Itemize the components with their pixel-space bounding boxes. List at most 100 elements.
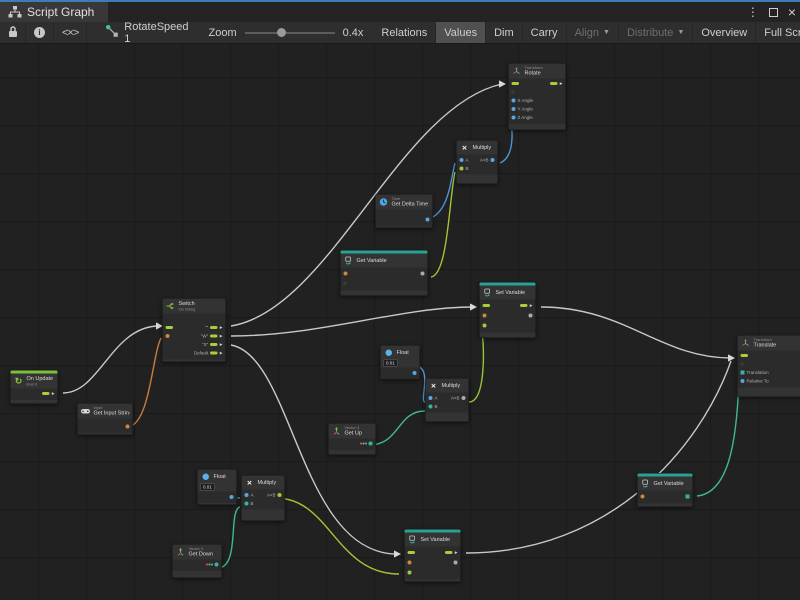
port-in[interactable] (408, 571, 412, 575)
port-out[interactable] (210, 352, 218, 355)
port-in[interactable] (429, 396, 433, 400)
node-get-variable-bot[interactable]: Get Variable (637, 473, 693, 507)
port-in-b[interactable] (741, 379, 745, 383)
port-in[interactable] (512, 82, 520, 85)
port-in-t[interactable] (429, 404, 433, 408)
port-out[interactable] (126, 425, 130, 429)
port-out[interactable] (210, 343, 218, 346)
port-out-flow[interactable] (210, 352, 218, 355)
port-in-o[interactable] (641, 495, 645, 499)
port-out-b[interactable] (491, 158, 495, 162)
port-in-o[interactable] (166, 334, 170, 338)
toolbar-button-relations[interactable]: Relations (373, 22, 436, 43)
port-out[interactable] (360, 442, 373, 446)
close-icon[interactable]: × (788, 5, 796, 19)
graph-breadcrumb[interactable]: RotateSpeed 1 (95, 22, 198, 43)
port-out-flow[interactable] (210, 335, 218, 338)
port-in[interactable] (166, 334, 170, 338)
port-out[interactable] (42, 392, 50, 395)
port-out[interactable] (413, 371, 417, 375)
port-in-gr[interactable] (483, 324, 487, 328)
toolbar-button-align[interactable]: Align▼ (567, 22, 619, 43)
port-out-g[interactable] (454, 561, 458, 565)
port-in[interactable] (512, 116, 516, 120)
zoom-slider[interactable] (245, 32, 335, 34)
port-in-gh[interactable] (344, 282, 347, 285)
port-out-g[interactable] (529, 314, 533, 318)
port-out[interactable] (210, 326, 218, 329)
toolbar-button-distribute[interactable]: Distribute▼ (619, 22, 693, 43)
node-set-variable-mid[interactable]: Set Variable▸ (479, 282, 536, 338)
port-in-gh[interactable] (741, 363, 744, 366)
node-float-mid[interactable]: Float0.01 (380, 345, 420, 380)
port-out-flow[interactable] (445, 551, 453, 554)
toolbar-button-dim[interactable]: Dim (486, 22, 523, 43)
vector-port[interactable] (369, 442, 373, 446)
port-in-o[interactable] (408, 561, 412, 565)
port-in[interactable] (344, 272, 348, 276)
port-in[interactable] (741, 354, 749, 357)
port-in[interactable] (512, 91, 515, 94)
port-out[interactable] (550, 82, 558, 85)
node-float-bot[interactable]: Float0.01 (197, 469, 237, 505)
port-out[interactable] (462, 396, 466, 400)
node-on-update[interactable]: ↻On UpdateEvent▸ (10, 370, 58, 404)
port-in[interactable] (245, 501, 249, 505)
port-in-b[interactable] (460, 158, 464, 162)
port-in-flow[interactable] (741, 354, 749, 357)
node-multiply-bot[interactable]: ×MultiplyAA×BB (241, 475, 285, 521)
port-in[interactable] (512, 107, 516, 111)
node-rotate[interactable]: TransformRotate▸X AngleY AngleZ Angle (508, 63, 566, 130)
port-in-o[interactable] (344, 272, 348, 276)
port-out[interactable] (520, 304, 528, 307)
port-out[interactable] (445, 551, 453, 554)
port-out-gr[interactable] (278, 493, 282, 497)
port-in-flow[interactable] (512, 82, 520, 85)
port-in[interactable] (741, 363, 744, 366)
port-in-b[interactable] (245, 493, 249, 497)
node-get-up[interactable]: Vector 3Get Up (328, 423, 376, 455)
tab-script-graph[interactable]: Script Graph (0, 2, 108, 22)
port-in-b[interactable] (512, 107, 516, 111)
port-in-t[interactable] (245, 501, 249, 505)
port-in-sq-t[interactable] (741, 371, 745, 375)
port-out-flow[interactable] (520, 304, 528, 307)
port-in-o[interactable] (483, 314, 487, 318)
port-in[interactable] (245, 493, 249, 497)
port-out-g[interactable] (421, 272, 425, 276)
node-switch-on-string[interactable]: SwitchOn String""▸"W"▸"S"▸Default▸ (162, 298, 226, 362)
port-in[interactable] (741, 379, 745, 383)
port-out-flow[interactable] (550, 82, 558, 85)
port-out[interactable] (230, 495, 234, 499)
port-in[interactable] (460, 158, 464, 162)
port-in-b[interactable] (512, 99, 516, 103)
node-get-down[interactable]: Vector 3Get Down (172, 544, 222, 578)
graph-canvas[interactable]: ↻On UpdateEvent▸ InputGet Input String Swi… (0, 44, 800, 600)
node-get-input-string[interactable]: InputGet Input String (77, 403, 133, 435)
port-in-b[interactable] (429, 396, 433, 400)
node-get-delta-time[interactable]: TimeGet Delta Time (375, 194, 433, 228)
port-out-flow[interactable] (210, 343, 218, 346)
port-in[interactable] (429, 404, 433, 408)
port-out-o[interactable] (126, 425, 130, 429)
menu-dots-icon[interactable]: ⋮ (747, 6, 759, 18)
port-out[interactable] (421, 272, 425, 276)
port-in[interactable] (483, 304, 491, 307)
port-out[interactable] (210, 335, 218, 338)
value-input[interactable]: 0.01 (201, 484, 215, 491)
port-out-g[interactable] (462, 396, 466, 400)
port-in[interactable] (408, 561, 412, 565)
port-in-flow[interactable] (408, 551, 416, 554)
toolbar-button-values[interactable]: Values (436, 22, 486, 43)
port-in[interactable] (408, 551, 416, 554)
port-out-b[interactable] (426, 218, 430, 222)
node-set-variable-bot[interactable]: Set Variable▸ (404, 529, 461, 582)
port-in[interactable] (483, 314, 487, 318)
zoom-slider-thumb[interactable] (277, 28, 286, 37)
info-button[interactable]: i (26, 22, 54, 43)
port-in[interactable] (344, 282, 347, 285)
lock-button[interactable] (0, 22, 26, 43)
port-in[interactable] (483, 324, 487, 328)
port-in[interactable] (641, 495, 645, 499)
port-out[interactable] (529, 314, 533, 318)
